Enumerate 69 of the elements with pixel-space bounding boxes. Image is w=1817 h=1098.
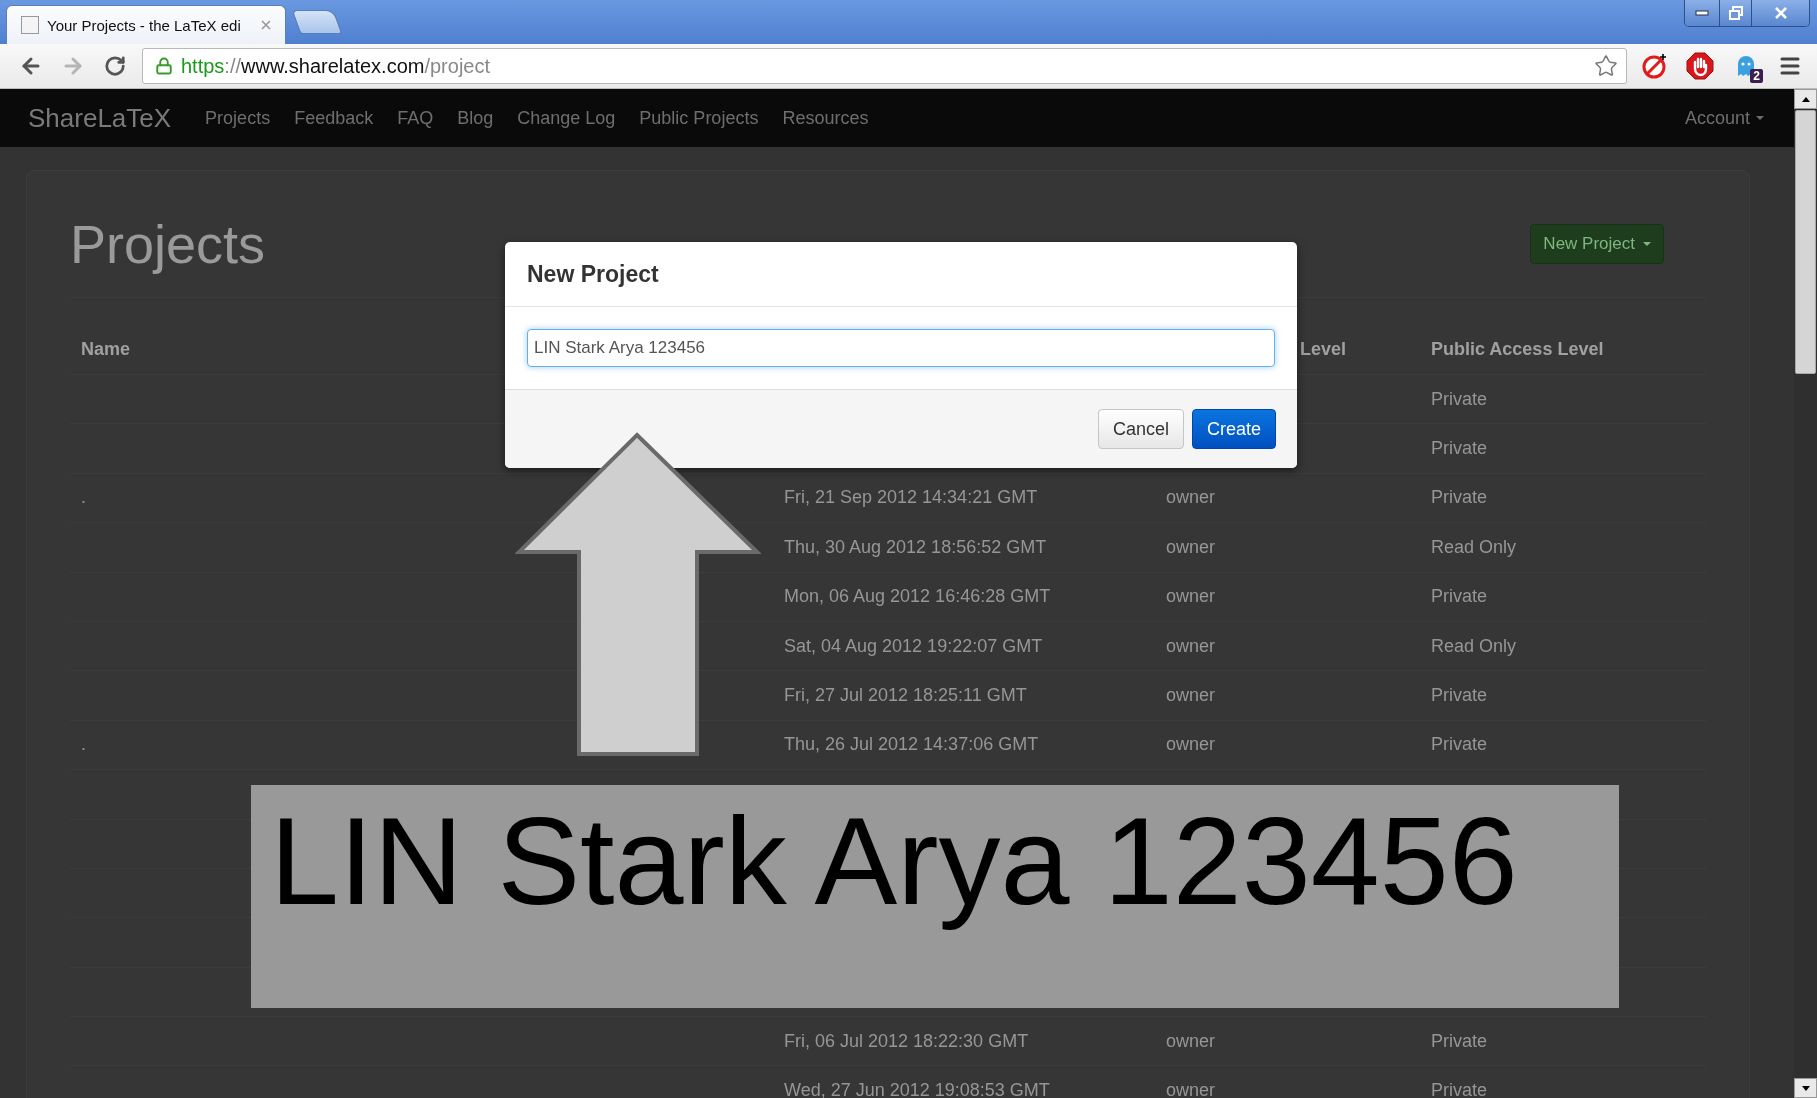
table-cell-text: . [80,487,87,509]
page-heading: Projects [70,213,266,276]
table-cell-text: Private [1430,1080,1489,1098]
table-cell-text: . [80,734,87,756]
table-cell-text: owner [1165,586,1217,608]
minimize-icon [1695,10,1709,16]
table-cell-text: Thu, 30 Aug 2012 18:56:52 GMT [783,536,1048,558]
no-sign-icon [1641,53,1667,79]
scroll-up-button[interactable] [1794,89,1817,109]
table-cell-text: owner [1165,685,1217,707]
count-badge: 2 [1750,69,1763,83]
table-cell-text: Thu, 26 Jul 2012 14:37:06 GMT [783,734,1040,756]
favicon-icon [21,16,39,34]
restore-icon [1728,6,1743,20]
table-cell-text: Mon, 06 Aug 2012 16:46:28 GMT [783,586,1052,608]
dialog-title: New Project [527,260,659,288]
nav-link[interactable]: Resources [770,107,881,129]
minimize-button[interactable] [1685,0,1719,26]
close-icon[interactable] [261,20,271,30]
account-menu[interactable]: Account [1684,107,1764,129]
table-cell-text: Fri, 06 Jul 2012 18:22:30 GMT [783,1030,1030,1052]
table-cell-text: owner [1165,734,1217,756]
table-cell-text: Private [1430,388,1489,410]
browser-tab[interactable]: Your Projects - the LaTeX edi [6,5,286,44]
table-cell-text: Private [1430,1030,1489,1052]
table-cell-text: owner [1165,487,1217,509]
project-name-field[interactable]: LIN Stark Arya 123456 [527,329,1275,367]
star-icon[interactable] [1594,54,1618,78]
scrollbar-thumb[interactable] [1795,110,1816,374]
close-window-button[interactable] [1751,0,1809,26]
table-cell-text: owner [1165,1030,1217,1052]
create-button[interactable]: Create [1191,409,1276,449]
address-bar[interactable]: https://www.sharelatex.com/project [142,48,1627,84]
stop-hand-icon [1686,52,1714,80]
close-icon [1773,7,1788,19]
cancel-button[interactable]: Cancel [1097,409,1184,449]
nav-link[interactable]: Feedback [282,107,386,129]
table-cell-text: Private [1430,586,1489,608]
table-cell-text: Private [1430,487,1489,509]
nav-link[interactable]: Change Log [505,107,628,129]
nav-link[interactable]: Projects [193,107,283,129]
brand-logo[interactable]: ShareLaTeX [28,102,172,134]
table-cell-text: owner [1165,536,1217,558]
table-cell-text: Private [1430,685,1489,707]
url-text: https://www.sharelatex.com/project [181,54,492,78]
reload-icon [104,55,126,77]
table-cell-text: Read Only [1430,635,1518,657]
down-triangle-icon [1801,1085,1810,1091]
tab-title: Your Projects - the LaTeX edi [47,16,242,34]
callout-text: LIN Stark Arya 123456 [270,793,1518,930]
table-cell-text: Read Only [1430,536,1518,558]
new-project-button[interactable]: New Project [1530,224,1664,264]
up-triangle-icon [1801,96,1810,102]
nav-link[interactable]: Public Projects [627,107,771,129]
nav-link[interactable]: FAQ [385,107,446,129]
table-cell-text: Fri, 27 Jul 2012 18:25:11 GMT [783,685,1028,707]
table-cell-text: Fri, 21 Sep 2012 14:34:21 GMT [783,487,1039,509]
restore-button[interactable] [1719,0,1751,26]
table-cell-text: owner [1165,635,1217,657]
ghost-extension-button[interactable]: 2 [1727,49,1765,83]
lock-icon [155,57,173,75]
scroll-down-button[interactable] [1794,1078,1817,1098]
nav-link[interactable]: Blog [445,107,506,129]
table-cell-text: Wed, 27 Jun 2012 19:08:53 GMT [783,1080,1051,1098]
table-cell-text: owner [1165,1080,1217,1098]
table-cell-text: Private [1430,438,1489,460]
table-cell-text: Private [1430,734,1489,756]
table-cell-text: Sat, 04 Aug 2012 19:22:07 GMT [783,635,1044,657]
column-header[interactable]: Public Access Level [1420,339,1706,374]
